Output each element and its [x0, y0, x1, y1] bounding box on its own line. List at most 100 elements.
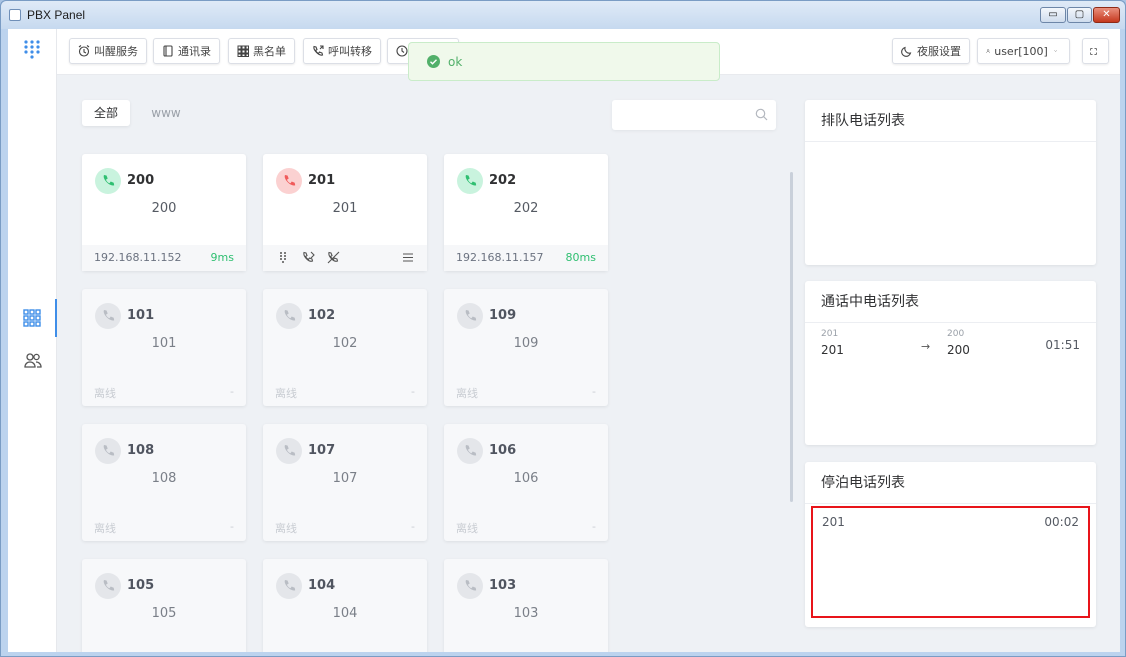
latency: - [230, 520, 234, 533]
moon-icon [901, 46, 912, 57]
latency: 9ms [210, 251, 234, 264]
parked-calls-panel: 停泊电话列表 201 00:02 [805, 462, 1096, 627]
caller-label: 201 [821, 329, 839, 339]
extension-card-106[interactable]: 106 106 离线 - [444, 424, 608, 541]
extension-card-103[interactable]: 103 103 [444, 559, 608, 652]
call-forward-label: 呼叫转移 [328, 45, 372, 58]
extension-number: 201 [308, 173, 336, 188]
extension-card-202[interactable]: 202 202 192.168.11.157 80ms [444, 154, 608, 271]
phone-icon [95, 303, 121, 329]
extension-card-104[interactable]: 104 104 [263, 559, 427, 652]
card-footer: 离线 - [263, 515, 427, 541]
phone-transfer-icon[interactable] [302, 251, 315, 264]
extension-number: 102 [308, 308, 336, 323]
extension-name: 106 [513, 471, 539, 486]
fullscreen-icon [1090, 47, 1097, 55]
extension-name: 103 [513, 606, 539, 621]
night-service-button[interactable]: 夜服设置 [892, 38, 970, 64]
extension-card-108[interactable]: 108 108 离线 - [82, 424, 246, 541]
phone-icon [457, 168, 483, 194]
phone-icon [457, 438, 483, 464]
extension-name: 108 [151, 471, 177, 486]
extension-card-201[interactable]: 201 201 [263, 154, 427, 271]
main-content: 全部 www 200 200 192.168.11.152 9ms 201 20… [57, 75, 1120, 652]
app-icon [9, 9, 21, 21]
phone-icon [95, 438, 121, 464]
parked-call-highlight[interactable]: 201 00:02 [811, 506, 1090, 618]
latency: - [592, 520, 596, 533]
extension-name: 107 [332, 471, 358, 486]
parked-calls-title: 停泊电话列表 [805, 462, 1096, 504]
phone-icon [276, 168, 302, 194]
scrollbar[interactable] [790, 172, 793, 502]
extension-card-102[interactable]: 102 102 离线 - [263, 289, 427, 406]
extension-name: 200 [151, 201, 177, 216]
status-text: 离线 [94, 387, 116, 400]
user-name: user[100] [994, 44, 1048, 58]
menu-icon[interactable] [403, 253, 413, 262]
card-actions [263, 245, 427, 271]
blacklist-button[interactable]: 黑名单 [228, 38, 295, 64]
search-icon [755, 108, 768, 121]
card-footer: 离线 - [444, 515, 608, 541]
sidebar [8, 29, 57, 652]
card-footer: 离线 - [82, 380, 246, 406]
nav-contacts[interactable] [8, 341, 57, 379]
wakeup-service-button[interactable]: 叫醒服务 [69, 38, 147, 64]
extension-card-109[interactable]: 109 109 离线 - [444, 289, 608, 406]
maximize-icon: ▢ [1074, 9, 1085, 20]
tab-all[interactable]: 全部 [82, 100, 130, 126]
extension-name: 101 [151, 336, 177, 351]
hangup-icon[interactable] [327, 251, 340, 264]
address-book-button[interactable]: 通讯录 [153, 38, 220, 64]
card-footer: 离线 - [444, 380, 608, 406]
search-input[interactable] [612, 100, 776, 130]
extension-number: 200 [127, 173, 155, 188]
wakeup-service-label: 叫醒服务 [94, 45, 138, 58]
client-area: 叫醒服务 通讯录 黑名单 呼叫转移 夜服设置 user[100] ok 全部 w… [8, 29, 1120, 652]
night-service-label: 夜服设置 [917, 45, 961, 58]
maximize-button[interactable]: ▢ [1067, 7, 1092, 23]
user-menu[interactable]: user[100] [977, 38, 1070, 64]
extension-number: 202 [489, 173, 517, 188]
fullscreen-button[interactable] [1082, 38, 1109, 64]
phone-icon [276, 303, 302, 329]
extension-card-200[interactable]: 200 200 192.168.11.152 9ms [82, 154, 246, 271]
callee-label: 200 [947, 329, 965, 339]
extension-number: 109 [489, 308, 517, 323]
keypad-icon[interactable] [277, 251, 289, 263]
keypad-logo-icon[interactable] [22, 39, 42, 59]
extension-name: 104 [332, 606, 358, 621]
extension-number: 103 [489, 578, 517, 593]
callee-number: 200 [947, 343, 970, 357]
minimize-button[interactable]: ▭ [1040, 7, 1066, 23]
window-title: PBX Panel [27, 8, 86, 22]
card-footer: 离线 - [82, 515, 246, 541]
app-window: PBX Panel ▭ ▢ ✕ 叫醒服务 通讯录 黑名单 呼叫转移 夜服设置 u… [0, 0, 1126, 657]
close-button[interactable]: ✕ [1093, 7, 1120, 23]
extension-card-107[interactable]: 107 107 离线 - [263, 424, 427, 541]
extension-card-101[interactable]: 101 101 离线 - [82, 289, 246, 406]
extension-name: 202 [513, 201, 539, 216]
grid-icon [237, 45, 249, 57]
arrow-right-icon: → [921, 340, 931, 353]
status-text: 离线 [94, 522, 116, 535]
call-forward-button[interactable]: 呼叫转移 [303, 38, 381, 64]
extension-number: 108 [127, 443, 155, 458]
phone-icon [457, 573, 483, 599]
active-call-row[interactable]: 201 201 → 200 200 01:51 [805, 329, 1096, 369]
queue-panel: 排队电话列表 [805, 100, 1096, 265]
toast-text: ok [448, 54, 463, 69]
queue-panel-title: 排队电话列表 [805, 100, 1096, 142]
parked-call-duration: 00:02 [1044, 515, 1079, 529]
nav-extensions[interactable] [8, 299, 57, 337]
latency: - [411, 520, 415, 533]
phone-icon [276, 438, 302, 464]
extension-card-105[interactable]: 105 105 [82, 559, 246, 652]
phone-forward-icon [313, 45, 324, 56]
success-toast: ok [408, 42, 720, 81]
card-footer: 192.168.11.152 9ms [82, 245, 246, 271]
tab-www[interactable]: www [146, 100, 186, 126]
card-footer: 离线 - [263, 380, 427, 406]
close-icon: ✕ [1102, 9, 1111, 20]
